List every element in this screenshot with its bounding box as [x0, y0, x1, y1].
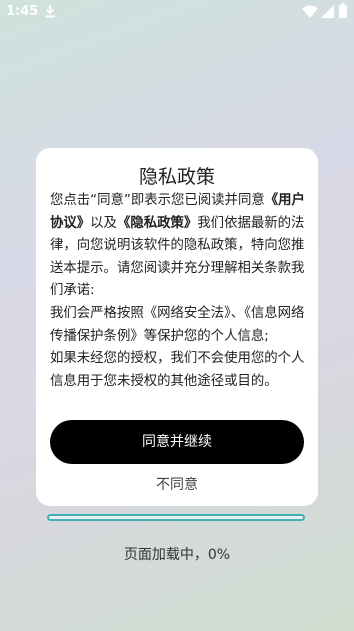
signal-icon	[321, 5, 334, 18]
dialog-paragraph-intro: 您点击“同意”即表示您已阅读并同意《用户协议》以及《隐私政策》我们依据最新的法律…	[50, 190, 306, 303]
intro-text: 您点击“同意”即表示您已阅读并同意	[50, 193, 265, 208]
privacy-dialog: 隐私政策 您点击“同意”即表示您已阅读并同意《用户协议》以及《隐私政策》我们依据…	[36, 148, 318, 506]
disagree-button[interactable]: 不同意	[36, 474, 318, 494]
intro-conjunction: 以及	[90, 215, 117, 231]
status-bar: 1:45	[0, 0, 354, 26]
dialog-paragraph-consent: 如果未经您的授权，我们不会使用您的个人信息用于您未授权的其他途径或目的。	[50, 351, 305, 389]
loading-status-text: 页面加载中，0%	[123, 547, 231, 563]
privacy-policy-link[interactable]: 《隐私政策》	[117, 216, 197, 231]
agree-continue-button[interactable]: 同意并继续	[50, 420, 304, 464]
dialog-title: 隐私政策	[138, 166, 215, 188]
loading-progress-bar	[47, 514, 305, 521]
battery-icon	[339, 3, 347, 18]
download-icon	[45, 5, 55, 18]
wifi-icon	[302, 5, 318, 18]
dialog-body: 您点击“同意”即表示您已阅读并同意《用户协议》以及《隐私政策》我们依据最新的法律…	[50, 190, 306, 393]
dialog-paragraph-law: 我们会严格按照《网络安全法》、《信息网络传播保护条例》等保护您的个人信息;	[50, 305, 305, 344]
status-time: 1:45	[6, 4, 39, 19]
